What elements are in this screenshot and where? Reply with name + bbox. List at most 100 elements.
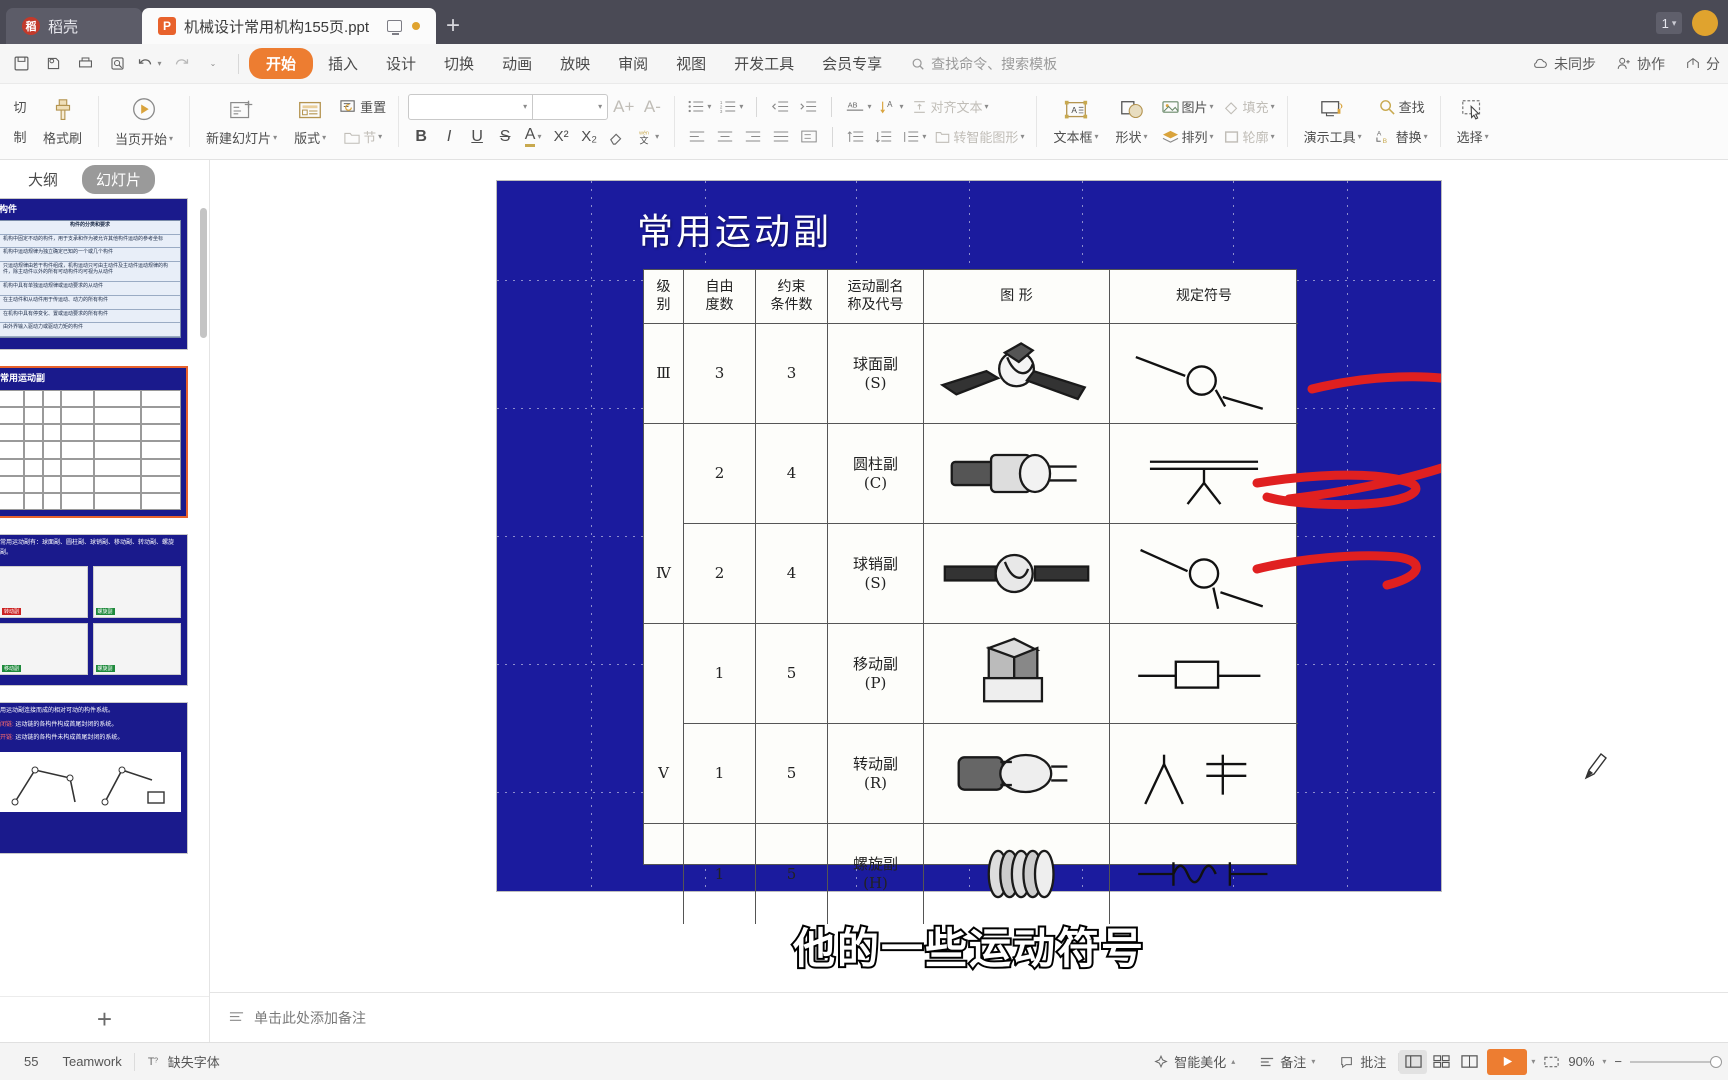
avatar[interactable] xyxy=(1692,10,1718,36)
bold-button[interactable]: B xyxy=(408,124,434,150)
share-button[interactable]: 分 xyxy=(1685,54,1720,74)
motion-pairs-table[interactable]: 级 别 自由 度数 约束 条件数 运动副名 称及代号 图 形 规定符号 Ⅲ 3 … xyxy=(643,269,1298,924)
slide-thumbnail-selected[interactable]: 常用运动副 xyxy=(0,366,188,518)
layout-button[interactable]: 版式 ▾ xyxy=(287,93,333,151)
current-slide[interactable]: 常用运动副 级 别 自由 度数 约束 条件数 运动副名 称及代号 图 形 规定符… xyxy=(497,181,1441,924)
slide-thumbnail[interactable]: 用运动副连接而成的相对可动的构件系统。 闭链: 运动链的各构件构成首尾封闭的系统… xyxy=(0,702,188,854)
redo-icon[interactable] xyxy=(166,49,196,79)
window-count-chip[interactable]: 1 ▾ xyxy=(1656,12,1682,34)
print-icon[interactable] xyxy=(70,49,100,79)
search-doc-icon[interactable] xyxy=(102,49,132,79)
presentation-tools-button[interactable]: 演示工具 ▾ xyxy=(1297,94,1369,150)
beautify-button[interactable]: 智能美化 ▴ xyxy=(1141,1052,1247,1071)
line-spacing-button[interactable]: ▾ xyxy=(899,124,929,150)
menu-item-slideshow[interactable]: 放映 xyxy=(547,48,603,79)
slide-title[interactable]: 常用运动副 xyxy=(637,203,832,255)
undo-icon[interactable]: ▾ xyxy=(134,49,164,79)
tab-slides[interactable]: 幻灯片 xyxy=(82,164,156,194)
italic-button[interactable]: I xyxy=(436,124,462,150)
picture-button[interactable]: 图片 ▾ xyxy=(1158,94,1217,120)
print-preview-icon[interactable] xyxy=(38,49,68,79)
add-slide-button[interactable]: + xyxy=(0,996,209,1042)
increase-indent-button[interactable] xyxy=(795,94,821,120)
section-button[interactable]: 节 ▾ xyxy=(336,124,389,150)
numbered-list-button[interactable]: 1 2 3 ▾ xyxy=(716,94,746,120)
tab-presentation[interactable]: P 机械设计常用机构155页.ppt xyxy=(142,8,437,44)
search-input[interactable]: 查找命令、搜索模板 xyxy=(911,54,1057,74)
collaborate-button[interactable]: 协作 xyxy=(1616,54,1665,74)
arrange-button[interactable]: 排列 ▾ xyxy=(1158,124,1217,150)
menu-item-transition[interactable]: 切换 xyxy=(431,48,487,79)
format-painter-button[interactable]: 格式刷 xyxy=(36,93,89,151)
presentation-monitor-icon[interactable] xyxy=(387,20,403,35)
menu-item-insert[interactable]: 插入 xyxy=(315,48,371,79)
new-tab-button[interactable]: + xyxy=(436,8,470,44)
new-slide-button[interactable]: 新建幻灯片 ▾ xyxy=(199,93,284,151)
justify-button[interactable] xyxy=(768,124,794,150)
slide-canvas[interactable]: 常用运动副 级 别 自由 度数 约束 条件数 运动副名 称及代号 图 形 规定符… xyxy=(210,160,1728,1042)
notes-pane[interactable]: 单击此处添加备注 xyxy=(210,992,1728,1042)
grow-font-button[interactable]: A+ xyxy=(610,94,637,120)
tab-docer[interactable]: 稻 稻壳 xyxy=(6,8,142,44)
start-slideshow-button[interactable] xyxy=(1487,1048,1528,1075)
font-name-select[interactable]: ▾ xyxy=(409,94,534,119)
bullet-list-button[interactable]: ▾ xyxy=(684,94,714,120)
sidebar-scrollbar[interactable] xyxy=(200,208,207,338)
select-button[interactable]: 选择 ▾ xyxy=(1450,94,1496,150)
font-size-select[interactable]: ▾ xyxy=(533,95,607,119)
reset-button[interactable]: 重置 xyxy=(336,94,389,120)
menu-item-review[interactable]: 审阅 xyxy=(605,48,661,79)
text-direction-button[interactable]: AB ▾ xyxy=(842,94,874,120)
missing-font-button[interactable]: T? 缺失字体 xyxy=(135,1052,232,1071)
comment-button[interactable]: 批注 xyxy=(1327,1052,1398,1071)
align-center-button[interactable] xyxy=(712,124,738,150)
tab-outline[interactable]: 大纲 xyxy=(14,165,72,194)
align-right-button[interactable] xyxy=(740,124,766,150)
sort-button[interactable]: A ▾ xyxy=(876,94,906,120)
phonetic-guide-button[interactable]: wén 文 ▾ xyxy=(632,124,662,150)
textbox-button[interactable]: A 文本框 ▾ xyxy=(1046,94,1105,150)
line-spacing-up-button[interactable] xyxy=(843,124,869,150)
superscript-button[interactable]: X² xyxy=(548,124,574,150)
slide-thumbnail-list[interactable]: 构件 构件的分类和要求 机构中固定不动的构件，用于支承和作为被允许其他构件运动的… xyxy=(0,198,209,996)
zoom-slider-knob[interactable] xyxy=(1710,1055,1722,1068)
slide-thumbnail[interactable]: 构件 构件的分类和要求 机构中固定不动的构件，用于支承和作为被允许其他构件运动的… xyxy=(0,198,188,350)
clear-format-button[interactable] xyxy=(604,124,630,150)
align-text-button[interactable]: 对齐文本 ▾ xyxy=(908,94,991,120)
distribute-button[interactable] xyxy=(796,124,822,150)
start-from-current-button[interactable]: 当页开始 ▾ xyxy=(108,92,180,152)
font-color-button[interactable]: A ▾ xyxy=(520,124,546,150)
view-reading-button[interactable] xyxy=(1455,1050,1483,1074)
find-button[interactable]: 查找 xyxy=(1372,94,1431,120)
copy-button[interactable]: 制 xyxy=(7,124,33,150)
save-icon[interactable] xyxy=(6,49,36,79)
align-left-button[interactable] xyxy=(684,124,710,150)
menu-item-vip[interactable]: 会员专享 xyxy=(809,48,895,79)
underline-button[interactable]: U xyxy=(464,124,490,150)
customize-toolbar-icon[interactable]: ⌄ xyxy=(198,49,228,79)
subscript-button[interactable]: X₂ xyxy=(576,124,602,150)
fill-button[interactable]: 填充 ▾ xyxy=(1220,94,1278,120)
shrink-font-button[interactable]: A- xyxy=(639,94,665,120)
zoom-caret[interactable]: ▾ xyxy=(1602,1057,1606,1066)
menu-item-devtools[interactable]: 开发工具 xyxy=(721,48,807,79)
teamwork-button[interactable]: Teamwork xyxy=(50,1054,133,1069)
convert-to-smartart-button[interactable]: 转智能图形 ▾ xyxy=(931,124,1027,150)
zoom-slider-track[interactable] xyxy=(1630,1055,1722,1068)
notes-toggle-button[interactable]: 备注 ▾ xyxy=(1247,1052,1327,1071)
zoom-out-button[interactable]: − xyxy=(1614,1054,1622,1069)
menu-item-animation[interactable]: 动画 xyxy=(489,48,545,79)
zoom-control[interactable]: 90% ▾ − xyxy=(1535,1054,1722,1070)
menu-item-view[interactable]: 视图 xyxy=(663,48,719,79)
line-spacing-down-button[interactable] xyxy=(871,124,897,150)
view-normal-button[interactable] xyxy=(1399,1049,1428,1074)
cut-button[interactable]: 切 xyxy=(7,94,33,120)
cloud-sync-button[interactable]: 未同步 xyxy=(1532,54,1596,74)
shape-button[interactable]: 形状 ▾ xyxy=(1108,94,1154,150)
decrease-indent-button[interactable] xyxy=(767,94,793,120)
fit-slide-icon[interactable] xyxy=(1543,1054,1560,1070)
menu-item-start[interactable]: 开始 xyxy=(249,48,314,79)
outline-button[interactable]: 轮廓 ▾ xyxy=(1220,124,1278,150)
slide-thumbnail[interactable]: 常用运动副有：球面副、圆柱副、球销副、移动副、转动副、螺旋副。 转动副 螺旋副 … xyxy=(0,534,188,686)
menu-item-design[interactable]: 设计 xyxy=(373,48,429,79)
